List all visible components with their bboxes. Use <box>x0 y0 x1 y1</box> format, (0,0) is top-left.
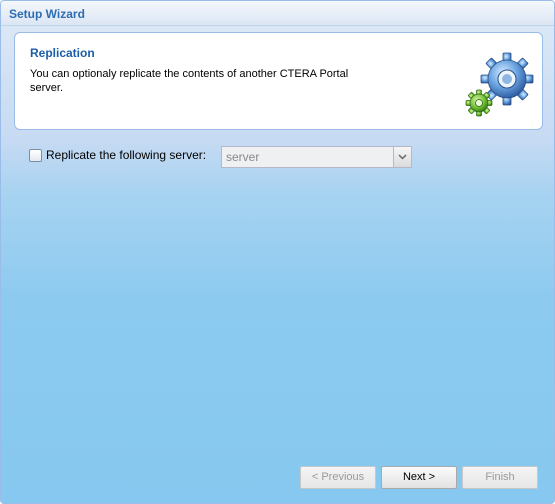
setup-wizard-window: Setup Wizard Replication You can optiona… <box>0 0 555 504</box>
step-description: You can optionaly replicate the contents… <box>30 68 349 94</box>
header-panel: Replication You can optionaly replicate … <box>14 32 543 130</box>
gears-icon <box>465 52 534 117</box>
server-combo-value[interactable]: server <box>226 150 259 164</box>
chevron-down-icon <box>398 154 407 160</box>
finish-button[interactable]: Finish <box>462 466 538 489</box>
previous-button[interactable]: < Previous <box>300 466 376 489</box>
step-title: Replication <box>30 46 95 60</box>
window-title: Setup Wizard <box>9 7 85 21</box>
server-combo[interactable]: server <box>221 146 412 168</box>
replicate-label[interactable]: Replicate the following server: <box>46 148 206 162</box>
combo-dropdown-button[interactable] <box>393 147 411 167</box>
next-button[interactable]: Next > <box>381 466 457 489</box>
title-bar: Setup Wizard <box>1 1 554 26</box>
replicate-checkbox[interactable] <box>29 149 42 162</box>
